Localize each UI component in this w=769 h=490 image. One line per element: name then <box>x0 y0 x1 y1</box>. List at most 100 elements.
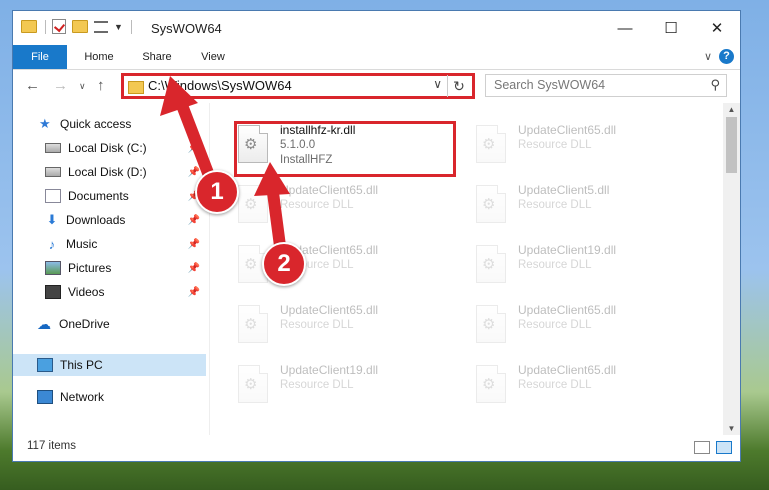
tiles-view-icon[interactable] <box>716 441 732 454</box>
sidebar-item-local-disk-c[interactable]: Local Disk (C:) 📌 <box>13 137 206 159</box>
scrollbar-thumb[interactable] <box>726 117 737 173</box>
title-bar: ▼ SysWOW64 — ☐ ✕ <box>13 11 740 45</box>
disk-icon <box>45 167 61 177</box>
refresh-icon[interactable]: ↻ <box>447 75 470 97</box>
sidebar-item-label: Quick access <box>60 117 132 131</box>
sidebar-item-this-pc[interactable]: This PC <box>13 354 206 376</box>
new-folder-icon[interactable] <box>72 20 88 33</box>
status-bar: 117 items <box>13 433 740 461</box>
star-icon: ★ <box>39 116 51 131</box>
search-placeholder: Search SysWOW64 <box>494 78 606 92</box>
sidebar-item-downloads[interactable]: ⬇ Downloads 📌 <box>13 209 206 231</box>
file-tile[interactable]: UpdateClient65.dll Resource DLL <box>470 357 700 413</box>
close-button[interactable]: ✕ <box>694 11 740 45</box>
file-name: UpdateClient19.dll <box>280 363 379 377</box>
sidebar-item-label: Local Disk (D:) <box>68 165 147 179</box>
selection-highlight-box <box>234 121 456 177</box>
file-tile[interactable]: UpdateClient65.dll Resource DLL <box>470 297 700 353</box>
sidebar-item-documents[interactable]: Documents 📌 <box>13 185 206 207</box>
dll-file-icon <box>238 185 268 223</box>
step-1-badge: 1 <box>195 170 239 214</box>
sidebar-item-label: Videos <box>68 285 105 299</box>
file-tile[interactable]: UpdateClient19.dll Resource DLL <box>232 357 462 413</box>
dll-file-icon <box>476 125 506 163</box>
vertical-scrollbar[interactable]: ▲ ▼ <box>723 103 740 435</box>
file-tile[interactable]: UpdateClient65.dll Resource DLL <box>232 177 462 233</box>
chevron-down-icon[interactable]: ▼ <box>114 22 123 32</box>
sidebar-item-local-disk-d[interactable]: Local Disk (D:) 📌 <box>13 161 206 183</box>
pin-icon[interactable]: 📌 <box>188 167 200 178</box>
expand-ribbon-icon[interactable]: ∨ <box>704 50 712 63</box>
dll-file-icon <box>476 365 506 403</box>
help-icon[interactable]: ? <box>719 49 734 64</box>
file-name: UpdateClient65.dll <box>518 123 617 137</box>
forward-arrow-icon[interactable]: → <box>53 77 68 94</box>
file-tile[interactable]: UpdateClient19.dll Resource DLL <box>470 237 700 293</box>
dll-file-icon <box>476 245 506 283</box>
address-bar[interactable]: C:\Windows\SysWOW64 ∨ ↻ <box>121 73 475 99</box>
up-arrow-icon[interactable]: ↑ <box>97 77 105 94</box>
file-description: Resource DLL <box>280 199 354 211</box>
maximize-button[interactable]: ☐ <box>648 11 694 45</box>
window-controls: — ☐ ✕ <box>602 11 740 45</box>
computer-icon <box>37 358 53 372</box>
window-title: SysWOW64 <box>151 21 222 36</box>
file-description: Resource DLL <box>518 379 592 391</box>
recent-locations-icon[interactable]: ∨ <box>79 81 86 92</box>
sidebar-item-label: Network <box>60 390 105 404</box>
sidebar-item-network[interactable]: Network <box>13 386 206 408</box>
file-description: Resource DLL <box>518 259 592 271</box>
pin-icon[interactable]: 📌 <box>188 239 200 250</box>
search-input[interactable]: Search SysWOW64 ⚲ <box>485 74 727 97</box>
back-arrow-icon[interactable]: ← <box>25 77 40 94</box>
ribbon-tabs: File Home Share View ∨ ? <box>13 45 740 70</box>
tab-view[interactable]: View <box>189 45 237 69</box>
dll-file-icon <box>238 365 268 403</box>
tab-file[interactable]: File <box>13 45 67 69</box>
sidebar-item-videos[interactable]: Videos 📌 <box>13 281 206 303</box>
pin-icon[interactable]: 📌 <box>188 143 200 154</box>
dll-file-icon <box>476 185 506 223</box>
sidebar-item-label: OneDrive <box>59 317 110 331</box>
sidebar-item-onedrive[interactable]: ☁ OneDrive <box>13 313 206 335</box>
sidebar-item-pictures[interactable]: Pictures 📌 <box>13 257 206 279</box>
sidebar-item-music[interactable]: ♪ Music 📌 <box>13 233 206 255</box>
file-tile[interactable]: UpdateClient65.dll Resource DLL <box>232 297 462 353</box>
sidebar-item-quick-access[interactable]: ★ Quick access <box>13 113 206 135</box>
folder-icon <box>128 81 144 94</box>
file-name: UpdateClient65.dll <box>280 303 379 317</box>
tab-home[interactable]: Home <box>75 45 123 69</box>
file-name: UpdateClient65.dll <box>518 363 617 377</box>
music-icon: ♪ <box>48 236 56 252</box>
sidebar-item-label: Local Disk (C:) <box>68 141 147 155</box>
quick-access-toolbar: ▼ <box>21 19 132 34</box>
folder-icon[interactable] <box>21 20 37 33</box>
tab-share[interactable]: Share <box>133 45 181 69</box>
item-count: 117 items <box>27 440 77 452</box>
download-icon: ⬇ <box>46 212 58 227</box>
onedrive-icon: ☁ <box>37 315 51 332</box>
file-name: UpdateClient65.dll <box>280 183 379 197</box>
dll-file-icon <box>238 305 268 343</box>
sidebar-item-label: Downloads <box>66 213 126 227</box>
address-dropdown-icon[interactable]: ∨ <box>433 77 442 91</box>
toolbar-divider <box>45 19 46 34</box>
customize-icon[interactable] <box>94 20 108 33</box>
address-path[interactable]: C:\Windows\SysWOW64 <box>148 78 292 93</box>
file-description: Resource DLL <box>518 139 592 151</box>
scroll-down-icon[interactable]: ▼ <box>723 424 740 433</box>
navigation-pane: ★ Quick access Local Disk (C:) 📌 Local D… <box>13 103 209 435</box>
pin-icon[interactable]: 📌 <box>188 215 200 226</box>
scroll-up-icon[interactable]: ▲ <box>723 105 740 114</box>
file-tile[interactable]: UpdateClient5.dll Resource DLL <box>470 177 700 233</box>
minimize-button[interactable]: — <box>602 11 648 45</box>
file-description: Resource DLL <box>518 199 592 211</box>
pin-icon[interactable]: 📌 <box>188 287 200 298</box>
pin-icon[interactable]: 📌 <box>188 263 200 274</box>
explorer-window: ▼ SysWOW64 — ☐ ✕ File Home Share View ∨ … <box>12 10 741 462</box>
details-view-icon[interactable] <box>694 441 710 454</box>
network-icon <box>37 390 53 404</box>
file-tile[interactable]: UpdateClient65.dll Resource DLL <box>470 117 700 173</box>
search-icon[interactable]: ⚲ <box>710 77 720 93</box>
properties-check-icon[interactable] <box>52 19 66 34</box>
